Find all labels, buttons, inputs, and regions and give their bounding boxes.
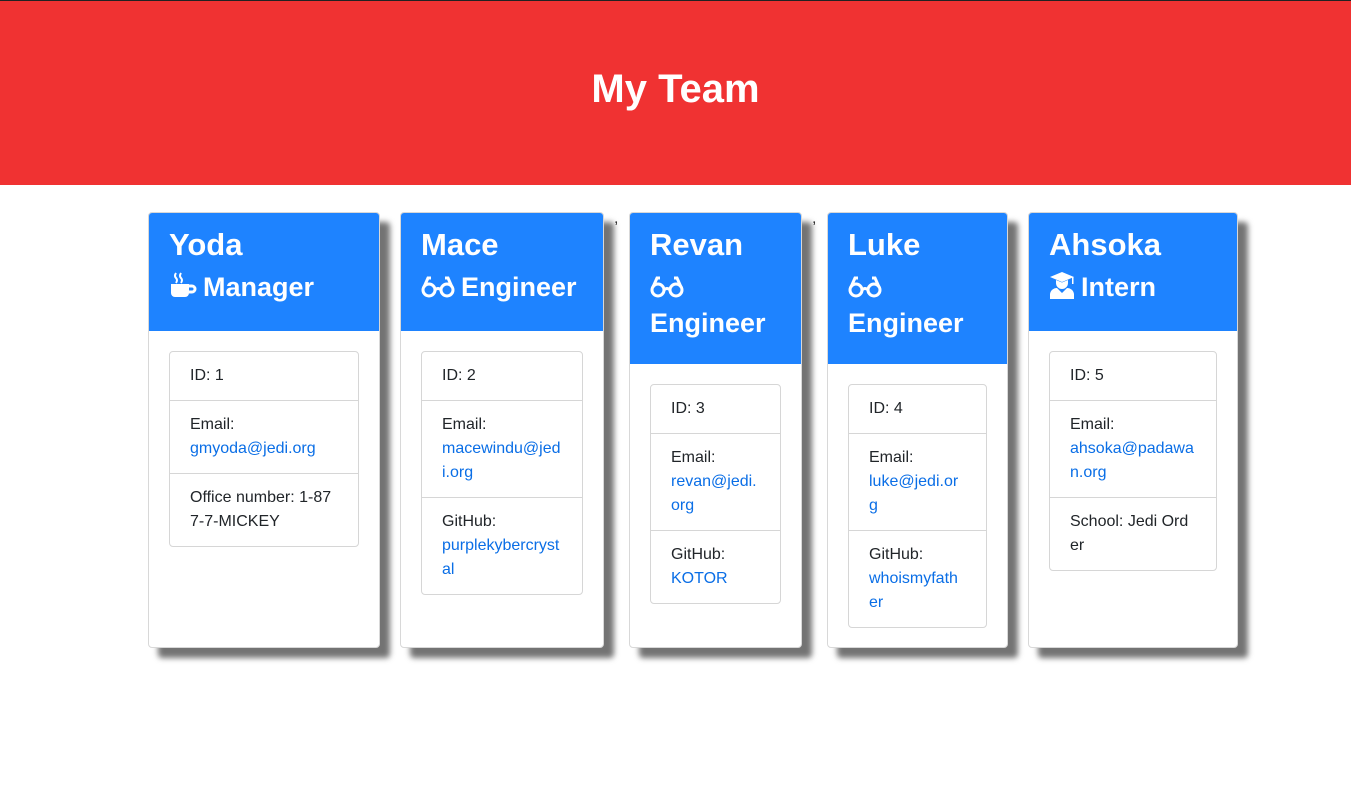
employee-name: Ahsoka bbox=[1049, 227, 1161, 262]
github-link[interactable]: KOTOR bbox=[671, 570, 728, 587]
employee-role: Intern bbox=[1049, 271, 1217, 307]
separator-comma: , bbox=[614, 210, 619, 227]
github-item: GitHub: whoismyfather bbox=[849, 531, 986, 627]
github-label: GitHub: bbox=[869, 546, 924, 563]
separator-comma: , bbox=[812, 210, 817, 227]
employee-role-label: Engineer bbox=[650, 308, 766, 338]
id-item: ID: 5 bbox=[1050, 352, 1216, 401]
graduate-icon bbox=[1049, 271, 1075, 307]
employee-card-ahsoka: Ahsoka Intern ID: 5 Email: ahsoka@padawa… bbox=[1028, 212, 1238, 648]
email-link[interactable]: gmyoda@jedi.org bbox=[190, 440, 316, 457]
email-label: Email: bbox=[671, 449, 716, 466]
employee-role-label: Intern bbox=[1081, 272, 1157, 302]
employee-role: Engineer bbox=[848, 271, 987, 340]
github-link[interactable]: whoismyfather bbox=[869, 570, 958, 611]
glasses-icon bbox=[848, 274, 882, 307]
email-label: Email: bbox=[190, 416, 235, 433]
info-list: ID: 4 Email: luke@jedi.org GitHub: whois… bbox=[848, 384, 987, 628]
email-item: Email: macewindu@jedi.org bbox=[422, 401, 582, 498]
github-label: GitHub: bbox=[671, 546, 726, 563]
employee-name: Revan bbox=[650, 227, 744, 262]
employee-name: Yoda bbox=[169, 227, 243, 262]
school-item: School: Jedi Order bbox=[1070, 513, 1189, 554]
id-item: ID: 2 bbox=[422, 352, 582, 401]
email-link[interactable]: revan@jedi.org bbox=[671, 473, 757, 514]
email-link[interactable]: ahsoka@padawan.org bbox=[1070, 440, 1194, 481]
info-list: ID: 2 Email: macewindu@jedi.org GitHub: … bbox=[421, 351, 583, 595]
id-item: ID: 4 bbox=[849, 385, 986, 434]
glasses-icon bbox=[421, 274, 455, 307]
email-item: Email: gmyoda@jedi.org bbox=[170, 401, 358, 474]
card-body: ID: 2 Email: macewindu@jedi.org GitHub: … bbox=[401, 331, 603, 615]
employee-role-label: Engineer bbox=[461, 272, 577, 302]
email-item: Email: revan@jedi.org bbox=[651, 434, 780, 531]
employee-card-yoda: Yoda Manager ID: 1 Email: gmyoda@jedi.or… bbox=[148, 212, 380, 648]
employee-card-mace: Mace Engineer ID: 2 Email: macewindu@jed… bbox=[400, 212, 604, 648]
employee-role: Manager bbox=[169, 271, 359, 307]
email-item: Email: luke@jedi.org bbox=[849, 434, 986, 531]
email-label: Email: bbox=[1070, 416, 1115, 433]
email-label: Email: bbox=[442, 416, 487, 433]
page-header: My Team bbox=[0, 1, 1351, 185]
info-list: ID: 5 Email: ahsoka@padawan.org School: … bbox=[1049, 351, 1217, 571]
page-title: My Team bbox=[591, 66, 760, 111]
github-link[interactable]: purplekybercrystal bbox=[442, 537, 559, 578]
employee-role: Engineer bbox=[421, 271, 583, 307]
employee-role-label: Manager bbox=[203, 272, 315, 302]
id-item: ID: 3 bbox=[651, 385, 780, 434]
email-link[interactable]: macewindu@jedi.org bbox=[442, 440, 561, 481]
card-body: ID: 4 Email: luke@jedi.org GitHub: whois… bbox=[828, 364, 1007, 647]
employee-name: Luke bbox=[848, 227, 921, 262]
card-header: Revan Engineer bbox=[630, 213, 801, 364]
employee-role-label: Engineer bbox=[848, 308, 964, 338]
card-header: Yoda Manager bbox=[149, 213, 379, 331]
employee-name: Mace bbox=[421, 227, 499, 262]
employee-role: Engineer bbox=[650, 271, 781, 340]
email-label: Email: bbox=[869, 449, 914, 466]
github-label: GitHub: bbox=[442, 513, 497, 530]
id-item: ID: 1 bbox=[170, 352, 358, 401]
info-list: ID: 3 Email: revan@jedi.org GitHub: KOTO… bbox=[650, 384, 781, 604]
card-body: ID: 1 Email: gmyoda@jedi.org Office numb… bbox=[149, 331, 379, 567]
email-link[interactable]: luke@jedi.org bbox=[869, 473, 958, 514]
info-list: ID: 1 Email: gmyoda@jedi.org Office numb… bbox=[169, 351, 359, 547]
card-body: ID: 3 Email: revan@jedi.org GitHub: KOTO… bbox=[630, 364, 801, 624]
card-header: Luke Engineer bbox=[828, 213, 1007, 364]
email-item: Email: ahsoka@padawan.org bbox=[1050, 401, 1216, 498]
card-header: Ahsoka Intern bbox=[1029, 213, 1237, 331]
card-header: Mace Engineer bbox=[401, 213, 603, 331]
employee-card-revan: Revan Engineer ID: 3 Email: revan@jedi.o… bbox=[629, 212, 802, 648]
glasses-icon bbox=[650, 274, 684, 307]
coffee-icon bbox=[169, 271, 197, 307]
github-item: GitHub: purplekybercrystal bbox=[422, 498, 582, 594]
employee-card-luke: Luke Engineer ID: 4 Email: luke@jedi.org… bbox=[827, 212, 1008, 648]
card-body: ID: 5 Email: ahsoka@padawan.org School: … bbox=[1029, 331, 1237, 591]
office-number-item: Office number: 1-877-7-MICKEY bbox=[190, 489, 332, 530]
github-item: GitHub: KOTOR bbox=[651, 531, 780, 603]
